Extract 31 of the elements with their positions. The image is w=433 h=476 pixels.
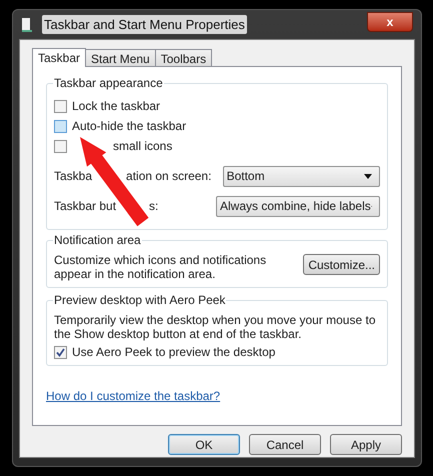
- field-label: ation on screen:: [126, 168, 212, 185]
- checkbox-label: Use Aero Peek to preview the desktop: [72, 344, 276, 361]
- checkbox[interactable]: [54, 100, 67, 112]
- close-button[interactable]: x: [367, 12, 413, 32]
- window-title: Taskbar and Start Menu Properties: [42, 14, 247, 34]
- dropdown[interactable]: Bottom: [222, 166, 380, 186]
- tab[interactable]: Toolbars: [154, 49, 212, 66]
- dropdown[interactable]: Always combine, hide labels: [216, 196, 380, 216]
- checkbox-label: Lock the taskbar: [72, 98, 160, 115]
- checkbox-label: small icons: [113, 138, 172, 155]
- dialog-button[interactable]: OK: [168, 434, 240, 455]
- customize-button[interactable]: Customize...: [303, 254, 380, 275]
- field-label: s:: [149, 198, 158, 215]
- description-text: Customize which icons and notifications appear in the notification area.: [54, 253, 268, 281]
- checkbox[interactable]: [54, 346, 67, 358]
- dialog-button[interactable]: Cancel: [249, 434, 321, 455]
- checkbox[interactable]: [54, 140, 67, 152]
- checkbox-label: Auto-hide the taskbar: [72, 118, 186, 135]
- field-label: Taskbar but: [54, 198, 116, 215]
- tab[interactable]: Taskbar: [32, 48, 86, 67]
- dialog-button[interactable]: Apply: [330, 434, 402, 455]
- checkmark-icon: [56, 348, 65, 356]
- window-icon: [21, 16, 33, 32]
- group-title: Notification area: [53, 233, 142, 247]
- group-title: Taskbar appearance: [53, 76, 164, 90]
- description-text: Temporarily view the desktop when you move your mouse to the Show desktop button at end of the taskbar.: [54, 313, 376, 341]
- tab[interactable]: Start Menu: [85, 49, 156, 66]
- checkbox[interactable]: [54, 120, 67, 132]
- help-link[interactable]: How do I customize the taskbar?: [46, 387, 220, 405]
- group-title: Preview desktop with Aero Peek: [53, 293, 226, 307]
- field-label: Taskba: [54, 168, 92, 185]
